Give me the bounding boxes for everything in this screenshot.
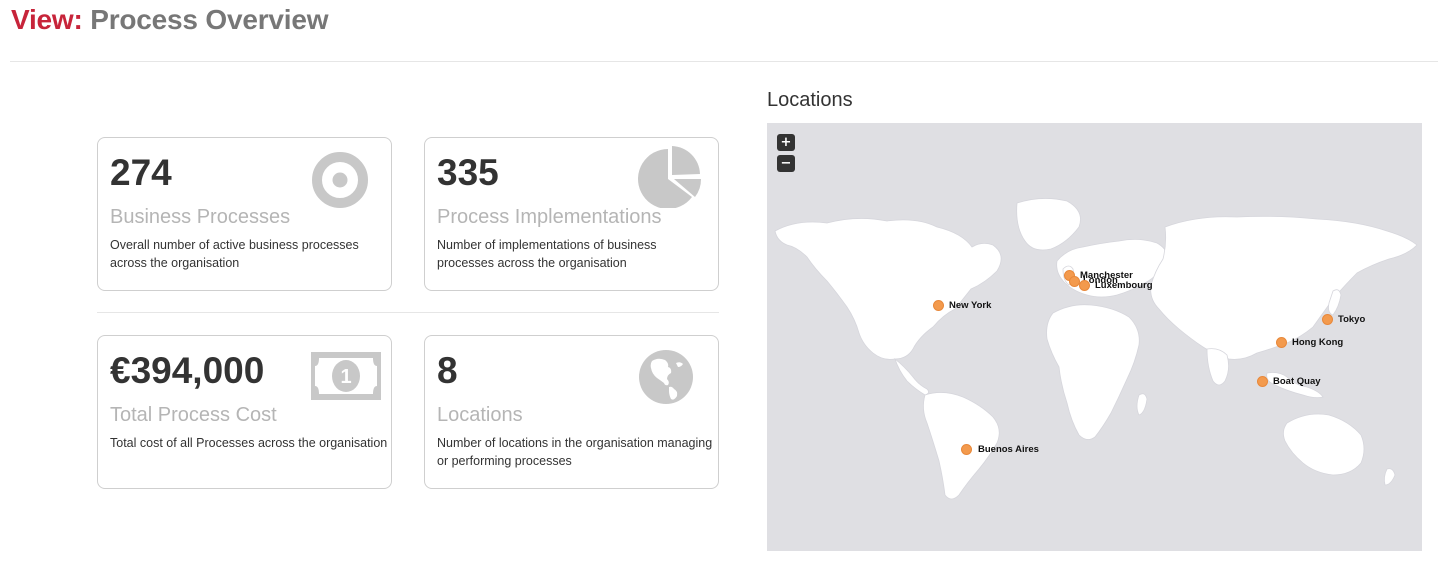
card-description: Total cost of all Processes across the o… — [110, 436, 388, 450]
card-value: €394,000 — [110, 350, 265, 391]
zoom-out-button[interactable]: − — [777, 155, 795, 172]
card-label: Total Process Cost — [110, 404, 277, 426]
map-marker-label: Hong Kong — [1292, 337, 1344, 348]
map-title: Locations — [767, 89, 853, 111]
header-divider — [10, 61, 1438, 62]
map-marker-label: Buenos Aires — [978, 444, 1039, 455]
page-title-text: Process Overview — [90, 4, 329, 35]
map-marker-luxembourg[interactable] — [1079, 280, 1090, 291]
map-marker-boat-quay[interactable] — [1257, 376, 1268, 387]
map-marker-new-york[interactable] — [933, 300, 944, 311]
card-label: Business Processes — [110, 206, 291, 228]
banknote-icon: 1 — [311, 352, 381, 400]
map-marker-label: Tokyo — [1338, 314, 1366, 325]
card-label: Locations — [437, 404, 523, 426]
map-marker-label: Boat Quay — [1273, 376, 1321, 387]
card-value: 8 — [437, 350, 458, 391]
map-marker-hong-kong[interactable] — [1276, 337, 1287, 348]
locations-map[interactable]: + − Manchester London Luxembourg New Yor… — [767, 123, 1422, 551]
card-value: 274 — [110, 152, 172, 193]
target-icon — [312, 152, 368, 208]
map-marker-label: Luxembourg — [1095, 280, 1153, 291]
page-title: View: Process Overview — [11, 4, 329, 36]
page-title-prefix: View: — [11, 4, 83, 35]
pie-chart-icon — [638, 146, 702, 208]
card-value: 335 — [437, 152, 499, 193]
business-processes-card: 274 Business Processes Overall number of… — [97, 137, 392, 291]
svg-text:1: 1 — [340, 366, 351, 388]
cards-divider — [97, 312, 719, 313]
locations-card: 8 Locations Number of locations in the o… — [424, 335, 719, 489]
total-process-cost-card: €394,000 Total Process Cost Total cost o… — [97, 335, 392, 489]
zoom-in-button[interactable]: + — [777, 134, 795, 151]
globe-icon — [639, 350, 693, 404]
map-marker-label: New York — [949, 300, 992, 311]
process-implementations-card: 335 Process Implementations Number of im… — [424, 137, 719, 291]
card-description: Overall number of active business proces… — [110, 238, 359, 270]
card-description: Number of implementations of business pr… — [437, 238, 657, 270]
card-description: Number of locations in the organisation … — [437, 436, 713, 468]
card-label: Process Implementations — [437, 206, 662, 228]
map-marker-tokyo[interactable] — [1322, 314, 1333, 325]
map-marker-buenos-aires[interactable] — [961, 444, 972, 455]
